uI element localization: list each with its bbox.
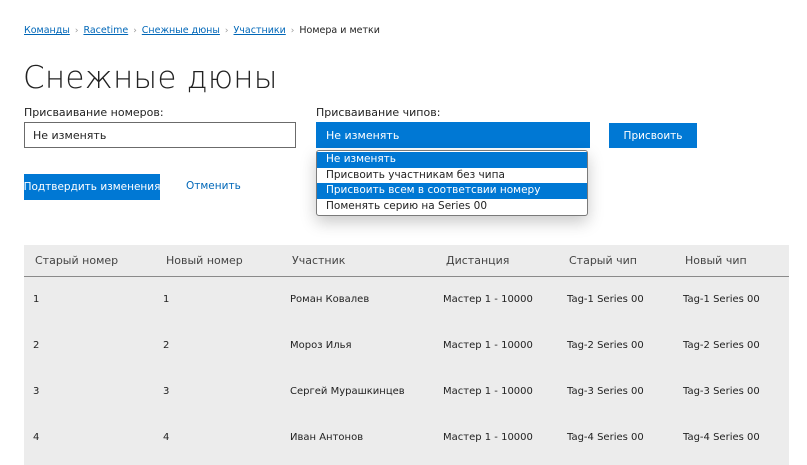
cell-old-number: 2 [33,340,40,351]
cell-participant: Иван Антонов [290,432,364,443]
cell-new-chip: Tag-1 Series 00 [683,294,760,305]
cell-new-number: 1 [163,294,170,305]
breadcrumb-separator-icon: › [133,26,137,36]
table-row: 3 3 Сергей Мурашкинцев Мастер 1 - 10000 … [24,369,789,415]
cell-new-number: 4 [163,432,170,443]
number-assignment-label: Присваивание номеров: [24,106,164,119]
dropdown-option[interactable]: Присвоить участникам без чипа [317,168,587,184]
breadcrumb-separator-icon: › [74,26,79,36]
cell-new-number: 2 [163,340,170,351]
cell-old-number: 3 [33,386,40,397]
cell-old-number: 4 [33,432,40,443]
assign-button[interactable]: Присвоить [609,123,697,148]
cell-participant: Сергей Мурашкинцев [290,386,405,397]
number-assignment-value: Не изменять [33,128,107,142]
dropdown-option[interactable]: Присвоить всем в соответсвии номеру [317,183,587,199]
table-row: 2 2 Мороз Илья Мастер 1 - 10000 Tag-2 Se… [24,323,789,369]
cell-old-number: 1 [33,294,40,305]
cell-new-chip: Tag-4 Series 00 [683,432,760,443]
table-row: 1 1 Роман Ковалев Мастер 1 - 10000 Tag-1… [24,277,789,323]
cell-distance: Мастер 1 - 10000 [443,432,533,443]
breadcrumb-link-event[interactable]: Снежные дюны [142,25,220,36]
cell-old-chip: Tag-2 Series 00 [567,340,644,351]
breadcrumb-link-teams[interactable]: Команды [24,25,70,36]
dropdown-option[interactable]: Не изменять [317,152,587,168]
breadcrumb: Команды › Racetime › Снежные дюны › Участники ›… [24,25,380,36]
dropdown-option[interactable]: Поменять серию на Series 00 [317,199,587,215]
chip-assignment-dropdown: Не изменять Присвоить участникам без чип… [316,150,588,216]
chip-assignment-label: Присваивание чипов: [316,106,441,119]
cell-participant: Мороз Илья [290,340,352,351]
cell-old-chip: Tag-4 Series 00 [567,432,644,443]
cell-new-number: 3 [163,386,170,397]
chip-assignment-select[interactable]: Не изменять [316,122,590,148]
cancel-link[interactable]: Отменить [186,180,241,192]
number-assignment-select[interactable]: Не изменять [24,122,296,148]
cell-old-chip: Tag-1 Series 00 [567,294,644,305]
cell-distance: Мастер 1 - 10000 [443,386,533,397]
cell-new-chip: Tag-3 Series 00 [683,386,760,397]
assignments-table: Старый номер Новый номер Участник Дистан… [24,245,789,465]
column-header-new-chip[interactable]: Новый чип [685,245,747,276]
breadcrumb-separator-icon: › [290,26,295,36]
breadcrumb-current: Номера и метки [299,25,380,36]
table-row: 4 4 Иван Антонов Мастер 1 - 10000 Tag-4 … [24,415,789,461]
chip-assignment-value: Не изменять [326,128,400,142]
column-header-new-number[interactable]: Новый номер [166,245,243,276]
cell-distance: Мастер 1 - 10000 [443,340,533,351]
cell-participant: Роман Ковалев [290,294,370,305]
column-header-participant[interactable]: Участник [292,245,345,276]
page-title: Снежные дюны [23,60,278,96]
table-header: Старый номер Новый номер Участник Дистан… [24,245,789,277]
column-header-distance[interactable]: Дистанция [446,245,509,276]
column-header-old-chip[interactable]: Старый чип [569,245,637,276]
cell-old-chip: Tag-3 Series 00 [567,386,644,397]
column-header-old-number[interactable]: Старый номер [35,245,118,276]
confirm-changes-button[interactable]: Подтвердить изменения [24,174,160,200]
breadcrumb-link-participants[interactable]: Участники [234,25,286,36]
cell-new-chip: Tag-2 Series 00 [683,340,760,351]
cell-distance: Мастер 1 - 10000 [443,294,533,305]
breadcrumb-separator-icon: › [224,26,229,36]
breadcrumb-link-racetime[interactable]: Racetime [83,25,128,36]
